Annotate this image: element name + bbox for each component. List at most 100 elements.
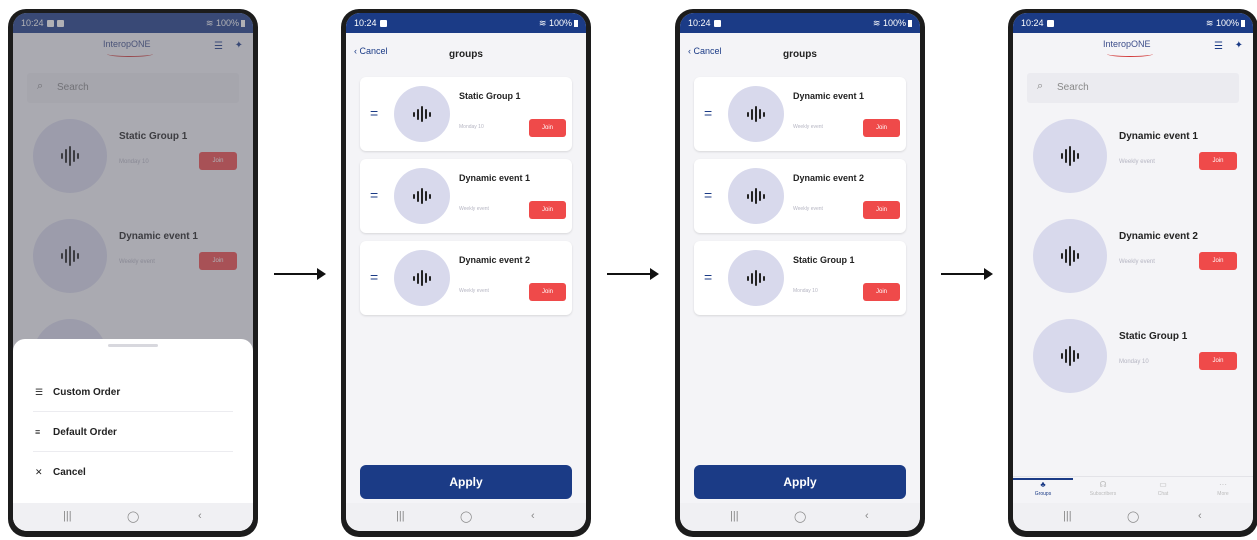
join-button[interactable]: Join <box>529 201 566 219</box>
group-card[interactable]: = Static Group 1 Monday 10 Join <box>694 241 906 315</box>
list-item[interactable]: Static Group 1 Monday 10 Join <box>1023 319 1243 399</box>
phone-screen-2: 10:24 ≋ 100% ‹ Cancel groups = Static Gr… <box>341 9 591 537</box>
screen-reorder-before: 10:24 ≋ 100% ‹ Cancel groups = Static Gr… <box>346 13 586 531</box>
custom-order-icon: ☰ <box>35 387 44 397</box>
join-button[interactable]: Join <box>863 283 900 301</box>
battery-icon <box>908 19 912 27</box>
tab-groups[interactable]: ♣ Groups <box>1013 478 1073 497</box>
group-title: Dynamic event 2 <box>793 173 865 183</box>
group-avatar <box>1033 119 1107 193</box>
group-avatar <box>394 250 450 306</box>
group-card[interactable]: = Dynamic event 2 Weekly event Join <box>360 241 572 315</box>
system-nav-bar: ||| ◯ ‹ <box>346 503 586 531</box>
group-card[interactable]: = Dynamic event 1 Weekly event Join <box>360 159 572 233</box>
home-button[interactable]: ◯ <box>460 510 472 523</box>
list-item[interactable]: Dynamic event 2 Weekly event Join <box>1023 219 1243 299</box>
cancel-option[interactable]: ✕ Cancel <box>35 467 235 487</box>
phone-screen-3: 10:24 ≋ 100% ‹ Cancel groups = Dynamic e… <box>675 9 925 537</box>
group-subtitle: Monday 10 <box>793 288 818 294</box>
apply-button[interactable]: Apply <box>694 465 906 499</box>
recents-button[interactable]: ||| <box>396 510 405 522</box>
tab-chat[interactable]: ▭ Chat <box>1133 480 1193 497</box>
list-item[interactable]: Dynamic event 1 Weekly event Join <box>1023 119 1243 199</box>
signal-icon: ≋ <box>1205 17 1214 28</box>
system-nav-bar: ||| ◯ ‹ <box>680 503 920 531</box>
group-title: Dynamic event 1 <box>793 91 865 101</box>
sheet-handle[interactable] <box>108 344 158 347</box>
image-icon <box>379 20 387 28</box>
tab-subscribers[interactable]: ☊ Subscribers <box>1073 480 1133 497</box>
search-icon: ⌕ <box>1037 80 1044 92</box>
battery-icon <box>1241 19 1245 27</box>
join-button[interactable]: Join <box>529 119 566 137</box>
tab-label: More <box>1217 491 1229 497</box>
join-button[interactable]: Join <box>863 119 900 137</box>
group-card[interactable]: = Dynamic event 1 Weekly event Join <box>694 77 906 151</box>
group-card[interactable]: = Static Group 1 Monday 10 Join <box>360 77 572 151</box>
bottom-tab-bar: ♣ Groups ☊ Subscribers ▭ Chat ··· More <box>1013 476 1253 505</box>
group-avatar <box>728 168 784 224</box>
join-button[interactable]: Join <box>1199 352 1237 370</box>
audio-wave-icon <box>1061 246 1079 266</box>
group-title: Dynamic event 2 <box>459 255 531 265</box>
home-button[interactable]: ◯ <box>127 510 139 523</box>
drag-handle-icon[interactable]: = <box>370 270 378 284</box>
status-time: 10:24 <box>354 18 377 28</box>
signal-icon: ≋ <box>538 17 547 28</box>
audio-wave-icon <box>747 106 765 122</box>
join-button[interactable]: Join <box>863 201 900 219</box>
more-icon: ··· <box>1219 480 1227 489</box>
battery-text: 100% <box>1215 17 1239 28</box>
custom-order-option[interactable]: ☰ Custom Order <box>35 387 235 407</box>
home-button[interactable]: ◯ <box>1127 510 1139 523</box>
audio-wave-icon <box>413 270 431 286</box>
drag-handle-icon[interactable]: = <box>370 106 378 120</box>
back-button[interactable]: ‹ <box>198 510 202 522</box>
search-input[interactable]: ⌕ Search <box>1027 73 1239 103</box>
recents-button[interactable]: ||| <box>1063 510 1072 522</box>
group-subtitle: Weekly event <box>793 206 823 212</box>
back-button[interactable]: ‹ <box>531 510 535 522</box>
join-button[interactable]: Join <box>1199 252 1237 270</box>
status-time: 10:24 <box>1021 18 1044 28</box>
group-title: Dynamic event 1 <box>1119 131 1198 142</box>
join-button[interactable]: Join <box>529 283 566 301</box>
app-logo: InteropONE <box>1103 39 1151 49</box>
drag-handle-icon[interactable]: = <box>704 270 712 284</box>
recents-button[interactable]: ||| <box>63 510 72 522</box>
group-subtitle: Weekly event <box>1119 159 1155 165</box>
tab-more[interactable]: ··· More <box>1193 480 1253 497</box>
drag-handle-icon[interactable]: = <box>704 106 712 120</box>
cancel-label: Cancel <box>53 467 86 478</box>
battery-icon <box>574 19 578 27</box>
status-bar: 10:24 ≋ 100% <box>1013 13 1253 33</box>
group-avatar <box>394 86 450 142</box>
group-card[interactable]: = Dynamic event 2 Weekly event Join <box>694 159 906 233</box>
apply-button[interactable]: Apply <box>360 465 572 499</box>
people-icon[interactable]: ✦ <box>1235 40 1243 51</box>
audio-wave-icon <box>1061 146 1079 166</box>
audio-wave-icon <box>747 188 765 204</box>
system-nav-bar: ||| ◯ ‹ <box>1013 503 1253 531</box>
sort-icon[interactable]: ☰ <box>1214 41 1223 52</box>
drag-handle-icon[interactable]: = <box>370 188 378 202</box>
group-title: Static Group 1 <box>459 91 521 101</box>
group-subtitle: Weekly event <box>1119 259 1155 265</box>
app-bar: InteropONE ☰ ✦ <box>1013 33 1253 67</box>
join-button[interactable]: Join <box>1199 152 1237 170</box>
home-button[interactable]: ◯ <box>794 510 806 523</box>
audio-wave-icon <box>747 270 765 286</box>
subscribers-icon: ☊ <box>1099 480 1107 489</box>
flow-arrow <box>607 268 659 280</box>
image-icon <box>713 20 721 28</box>
status-bar: 10:24 ≋ 100% <box>346 13 586 33</box>
default-order-option[interactable]: ≡ Default Order <box>35 427 235 447</box>
back-button[interactable]: ‹ <box>865 510 869 522</box>
drag-handle-icon[interactable]: = <box>704 188 712 202</box>
flow-arrow <box>941 268 993 280</box>
back-button[interactable]: ‹ <box>1198 510 1202 522</box>
group-title: Static Group 1 <box>793 255 855 265</box>
status-bar: 10:24 ≋ 100% <box>680 13 920 33</box>
custom-order-label: Custom Order <box>53 387 121 398</box>
recents-button[interactable]: ||| <box>730 510 739 522</box>
